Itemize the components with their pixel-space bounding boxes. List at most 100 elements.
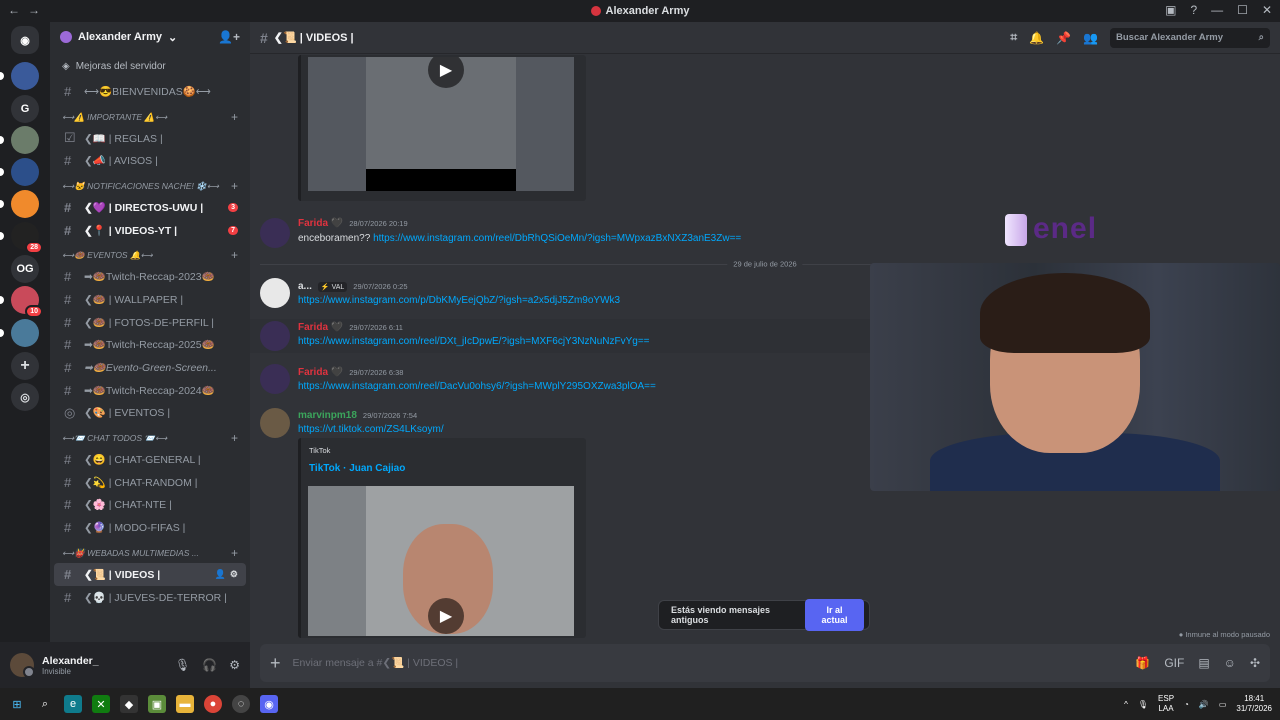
add-server-icon[interactable]: +	[11, 352, 39, 380]
guild-header[interactable]: Alexander Army ⌄ 👤+	[50, 22, 250, 52]
server-icon[interactable]: 28	[0, 222, 43, 254]
invite-icon[interactable]: 👤+	[218, 30, 240, 44]
author-name[interactable]: a...	[298, 281, 312, 292]
message-link[interactable]: https://www.instagram.com/reel/DacVu0ohs…	[298, 381, 656, 392]
volume-icon[interactable]: 🔊	[1199, 700, 1209, 709]
search-icon[interactable]: ⌕	[36, 695, 54, 713]
chevron-up-icon[interactable]: ^	[1124, 700, 1128, 709]
file-explorer-icon[interactable]: ▬	[176, 695, 194, 713]
add-channel-icon[interactable]: +	[231, 546, 238, 560]
gif-icon[interactable]: GIF	[1164, 656, 1184, 670]
avatar[interactable]	[10, 653, 35, 678]
battery-icon[interactable]: ▭	[1219, 700, 1227, 709]
windows-start-icon[interactable]: ⊞	[8, 695, 26, 713]
invite-icon[interactable]: 👤	[215, 569, 226, 580]
message-link[interactable]: https://vt.tiktok.com/ZS4LKsoym/	[298, 424, 444, 435]
server-icon[interactable]	[0, 126, 39, 154]
help-icon[interactable]: ?	[1190, 3, 1197, 17]
discord-home-icon[interactable]: ◉	[11, 26, 39, 54]
server-icon[interactable]	[0, 319, 39, 347]
avatar[interactable]	[260, 364, 290, 394]
sticker-icon[interactable]: ▤	[1198, 656, 1209, 670]
channel-eventos[interactable]: ◎ ❮🎨 | EVENTOS |	[54, 402, 246, 425]
emoji-icon[interactable]: ☺	[1224, 656, 1236, 670]
category-importante[interactable]: ⟷⚠️ IMPORTANTE ⚠️⟷ +	[50, 103, 250, 127]
app-icon[interactable]: ▣	[148, 695, 166, 713]
channel-chat-general[interactable]: # ❮😄 | CHAT-GENERAL |	[54, 448, 246, 471]
author-name[interactable]: Farida 🖤	[298, 218, 343, 229]
server-icon-g[interactable]: G	[11, 95, 39, 123]
bell-icon[interactable]: 🔔	[1029, 31, 1044, 45]
add-channel-icon[interactable]: +	[231, 179, 238, 193]
close-button[interactable]: ✕	[1262, 3, 1272, 17]
channel-green-screen[interactable]: # ➡🍩Evento-Green-Screen...	[54, 356, 246, 379]
channel-bienvenidas[interactable]: # ⟷😎BIENVENIDAS🍪⟷	[54, 80, 246, 103]
server-icon[interactable]	[0, 158, 39, 186]
chrome-icon[interactable]: ●	[204, 695, 222, 713]
avatar[interactable]	[260, 278, 290, 308]
language-indicator[interactable]: ESP LAA	[1158, 694, 1174, 714]
author-name[interactable]: Farida 🖤	[298, 367, 343, 378]
members-icon[interactable]: 👥	[1083, 31, 1098, 45]
category-webadas[interactable]: ⟷👹 WEBADAS MULTIMEDIAS ... +	[50, 539, 250, 563]
app-icon[interactable]: ◌	[232, 695, 250, 713]
inbox-icon[interactable]: ▣	[1165, 3, 1176, 17]
play-icon[interactable]: ▶	[428, 598, 464, 634]
video-thumbnail[interactable]: ▶	[308, 57, 574, 191]
microphone-icon[interactable]: 🎙	[1138, 700, 1148, 709]
category-eventos[interactable]: ⟷🍩 EVENTOS 🔔⟷ +	[50, 241, 250, 265]
embed-title[interactable]: TikTok · Juan Cajiao	[309, 463, 405, 474]
server-icon[interactable]: 10	[0, 286, 43, 318]
channel-reccap-2023[interactable]: # ➡🍩Twitch-Reccap-2023🍩	[54, 265, 246, 288]
video-thumbnail[interactable]: ▶	[308, 486, 574, 636]
discord-icon[interactable]: ◉	[260, 695, 278, 713]
forward-arrow-icon[interactable]: →	[28, 3, 40, 17]
discover-icon[interactable]: ◎	[11, 383, 39, 411]
message-link[interactable]: https://www.instagram.com/reel/DbRhQSiOe…	[373, 233, 741, 244]
channel-videos[interactable]: # ❮📜 | VIDEOS | 👤 ⚙	[54, 563, 246, 586]
server-icon[interactable]	[0, 190, 39, 218]
author-name[interactable]: Farida 🖤	[298, 322, 343, 333]
channel-videos-yt[interactable]: # ❮📍 | VIDEOS-YT | 7	[54, 219, 246, 242]
add-channel-icon[interactable]: +	[231, 248, 238, 262]
maximize-button[interactable]: ☐	[1237, 3, 1248, 17]
jump-to-present-button[interactable]: Ir al actual	[805, 599, 864, 631]
pin-icon[interactable]: 📌	[1056, 31, 1071, 45]
channel-reglas[interactable]: ☑ ❮📖 | REGLAS |	[54, 127, 246, 150]
gear-icon[interactable]: ⚙	[230, 569, 238, 580]
channel-chat-random[interactable]: # ❮💫 | CHAT-RANDOM |	[54, 471, 246, 494]
threads-icon[interactable]: ⌗	[1010, 30, 1017, 45]
clock[interactable]: 18:41 31/7/2026	[1236, 694, 1272, 714]
channel-wallpaper[interactable]: # ❮🍩 | WALLPAPER |	[54, 288, 246, 311]
xbox-icon[interactable]: ✕	[92, 695, 110, 713]
server-icon-og[interactable]: OG	[11, 255, 39, 283]
channel-reccap-2025[interactable]: # ➡🍩Twitch-Reccap-2025🍩	[54, 334, 246, 357]
back-arrow-icon[interactable]: ←	[8, 3, 20, 17]
avatar[interactable]	[260, 218, 290, 248]
channel-directos[interactable]: # ❮💜 | DIRECTOS-UWU | 3	[54, 196, 246, 219]
channel-reccap-2024[interactable]: # ➡🍩Twitch-Reccap-2024🍩	[54, 379, 246, 402]
add-channel-icon[interactable]: +	[231, 110, 238, 124]
message-link[interactable]: https://www.instagram.com/p/DbKMyEejQbZ/…	[298, 295, 620, 306]
microphone-icon[interactable]: 🎙	[175, 658, 190, 672]
message-input[interactable]	[292, 657, 1124, 669]
server-boost[interactable]: ◈ Mejoras del servidor	[50, 52, 250, 80]
gift-icon[interactable]: 🎁	[1135, 656, 1150, 670]
minimize-button[interactable]: —	[1211, 3, 1223, 17]
channel-jueves-de-terror[interactable]: # ❮💀 | JUEVES-DE-TERROR |	[54, 586, 246, 609]
attach-plus-icon[interactable]: +	[270, 653, 281, 674]
edge-icon[interactable]: e	[64, 695, 82, 713]
user-info[interactable]: Alexander_ Invisible	[42, 655, 99, 676]
add-channel-icon[interactable]: +	[231, 431, 238, 445]
avatar[interactable]	[260, 321, 290, 351]
channel-chat-nte[interactable]: # ❮🌸 | CHAT-NTE |	[54, 494, 246, 517]
gear-icon[interactable]: ⚙	[229, 658, 240, 672]
message-link[interactable]: https://www.instagram.com/reel/DXt_jIcDp…	[298, 336, 650, 347]
category-chat-todos[interactable]: ⟷📨 CHAT TODOS 📨⟷ +	[50, 424, 250, 448]
channel-avisos[interactable]: # ❮📣 | AVISOS |	[54, 149, 246, 172]
headphones-icon[interactable]: 🎧	[202, 658, 217, 672]
app-icon[interactable]: ◆	[120, 695, 138, 713]
channel-fotos-de-perfil[interactable]: # ❮🍩 | FOTOS-DE-PERFIL |	[54, 311, 246, 334]
apps-icon[interactable]: ✣	[1250, 656, 1260, 670]
server-icon[interactable]	[0, 62, 39, 90]
